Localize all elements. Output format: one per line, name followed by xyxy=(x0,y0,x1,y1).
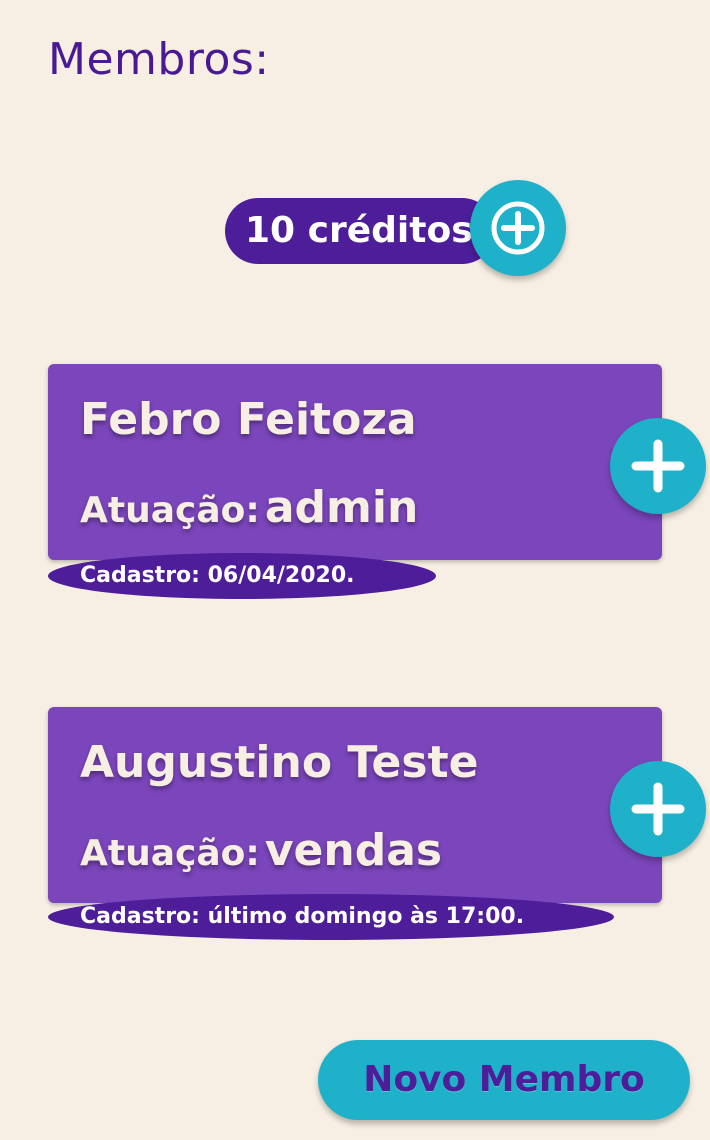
member-name: Febro Feitoza xyxy=(80,394,417,445)
member-add-button[interactable] xyxy=(610,761,706,857)
member-add-button[interactable] xyxy=(610,418,706,514)
member-cadastro-badge: Cadastro: 06/04/2020. xyxy=(48,553,436,599)
credits-pill: 10 créditos xyxy=(225,198,495,264)
plus-circle-icon xyxy=(491,201,545,255)
member-card[interactable]: Augustino Teste Atuação: vendas xyxy=(48,707,662,903)
member-role-label: Atuação: xyxy=(80,833,260,874)
member-name: Augustino Teste xyxy=(80,737,479,788)
page-title: Membros: xyxy=(48,34,270,85)
add-credits-button[interactable] xyxy=(470,180,566,276)
member-role: Atuação: vendas xyxy=(80,825,442,876)
plus-icon xyxy=(631,782,685,836)
member-role-value: vendas xyxy=(264,825,443,876)
member-role: Atuação: admin xyxy=(80,482,418,533)
member-role-label: Atuação: xyxy=(80,490,260,531)
new-member-button[interactable]: Novo Membro xyxy=(318,1040,690,1120)
credits-label: 10 créditos xyxy=(245,210,473,251)
plus-icon xyxy=(631,439,685,493)
member-card[interactable]: Febro Feitoza Atuação: admin xyxy=(48,364,662,560)
member-role-value: admin xyxy=(264,482,419,533)
member-cadastro-badge: Cadastro: último domingo às 17:00. xyxy=(48,894,614,940)
